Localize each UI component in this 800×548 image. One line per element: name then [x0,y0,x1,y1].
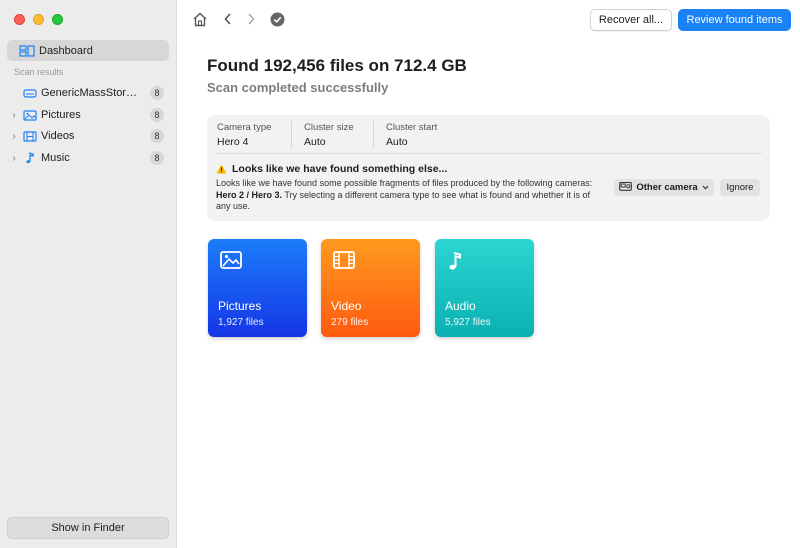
sidebar-item-music[interactable]: › Music 8 [0,148,177,168]
music-note-icon [447,251,463,276]
sidebar-item-label: Videos [41,130,75,142]
count-badge: 8 [150,129,164,143]
sidebar-item-label: GenericMassStora... [41,87,139,99]
cluster-size-value: Auto [304,136,326,148]
window-controls [14,14,63,25]
warning-heading: Looks like we have found something else.… [216,163,447,175]
count-badge: 8 [150,86,164,100]
card-title: Audio [445,299,476,313]
page-title: Found 192,456 files on 712.4 GB [207,56,467,75]
review-found-items-button[interactable]: Review found items [678,9,791,31]
card-title: Video [331,299,362,313]
pictures-card[interactable]: Pictures 1,927 files [208,239,307,337]
sidebar-item-label: Music [41,152,70,164]
zoom-window-button[interactable] [52,14,63,25]
scan-settings-panel: Camera type Hero 4 Cluster size Auto Clu… [207,115,770,221]
cluster-start-label: Cluster start [386,122,438,133]
close-window-button[interactable] [14,14,25,25]
warning-icon [216,164,227,174]
card-count: 5,927 files [445,317,491,328]
sidebar: Dashboard Scan results GenericMassStora.… [0,0,177,548]
show-in-finder-button[interactable]: Show in Finder [7,517,169,539]
count-badge: 8 [150,108,164,122]
forward-icon[interactable] [242,10,260,28]
divider [215,153,762,154]
photo-icon [220,251,242,274]
count-badge: 8 [150,151,164,165]
card-title: Pictures [218,299,262,313]
page-subtitle: Scan completed successfully [207,80,389,95]
drive-icon [23,87,37,99]
sidebar-item-label: Pictures [41,109,81,121]
cluster-start-value: Auto [386,136,408,148]
film-icon [23,130,37,142]
minimize-window-button[interactable] [33,14,44,25]
sidebar-item-pictures[interactable]: › Pictures 8 [0,105,177,125]
sidebar-item-videos[interactable]: › Videos 8 [0,126,177,146]
warning-text: Looks like we have found some possible f… [216,178,593,188]
recover-all-button[interactable]: Recover all... [590,9,672,31]
warning-message: Looks like we have found some possible f… [216,178,601,213]
other-camera-label: Other camera [636,182,698,193]
card-count: 1,927 files [218,317,264,328]
camera-type-label: Camera type [217,122,272,133]
cluster-start-field[interactable]: Cluster start Auto [386,122,437,148]
chevron-right-icon[interactable]: › [9,153,19,164]
home-icon[interactable] [191,10,209,28]
film-icon [333,251,355,274]
cluster-size-field[interactable]: Cluster size Auto [304,122,354,148]
chevron-right-icon[interactable]: › [9,110,19,121]
video-card[interactable]: Video 279 files [321,239,420,337]
sidebar-item-label: Dashboard [39,44,93,57]
music-note-icon [23,152,37,164]
cluster-size-label: Cluster size [304,122,354,133]
dashboard-icon [19,44,35,57]
back-icon[interactable] [219,10,237,28]
photo-icon [23,109,37,121]
camera-icon [619,181,633,194]
camera-type-value: Hero 4 [217,136,249,148]
warning-title: Looks like we have found something else.… [232,163,448,175]
audio-card[interactable]: Audio 5,927 files [435,239,534,337]
camera-type-field[interactable]: Camera type Hero 4 [217,122,271,148]
divider [373,121,374,148]
ignore-button[interactable]: Ignore [720,179,760,196]
scan-results-heading: Scan results [14,67,64,77]
chevron-right-icon[interactable]: › [9,131,19,142]
card-count: 279 files [331,317,369,328]
chevron-down-icon [702,182,709,193]
warning-cameras: Hero 2 / Hero 3. [216,189,283,200]
sidebar-item-drive[interactable]: GenericMassStora... 8 [0,83,177,103]
sidebar-item-dashboard[interactable]: Dashboard [7,40,169,61]
divider [291,121,292,148]
other-camera-dropdown[interactable]: Other camera [614,179,714,196]
checkmark-circle-icon [268,10,286,28]
